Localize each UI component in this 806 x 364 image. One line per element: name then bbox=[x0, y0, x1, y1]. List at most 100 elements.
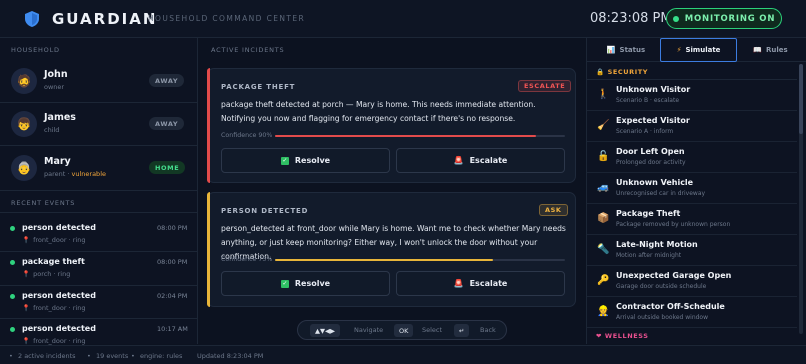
lock-icon: 🔒 bbox=[596, 68, 605, 76]
scenario-package-theft[interactable]: 📦 Package Theft Package removed by unkno… bbox=[587, 204, 797, 235]
wellness-group-label: ❤ WELLNESS bbox=[596, 332, 649, 340]
scenario-unknown-visitor[interactable]: 🚶 Unknown Visitor Scenario B · escalate bbox=[587, 80, 797, 111]
event-time: 02:04 PM bbox=[157, 292, 188, 300]
monitoring-label: MONITORING ON bbox=[684, 13, 776, 24]
scenario-late-night-motion[interactable]: 🔦 Late-Night Motion Motion after midnigh… bbox=[587, 235, 797, 266]
status-badge: HOME bbox=[149, 161, 186, 174]
severity-stripe bbox=[207, 192, 210, 307]
scenario-expected-visitor[interactable]: 🧹 Expected Visitor Scenario A · inform bbox=[587, 111, 797, 142]
unlock-icon: 🔓 bbox=[597, 151, 610, 162]
member-name: James bbox=[44, 112, 76, 123]
divider bbox=[0, 145, 198, 146]
siren-icon: 🚨 bbox=[453, 279, 464, 288]
confidence-bar bbox=[275, 259, 565, 261]
scenario-title: Late-Night Motion bbox=[616, 240, 698, 249]
child-icon: 👦 bbox=[11, 111, 37, 137]
event-item[interactable]: package theft 08:00 PM 📍 porch · ring bbox=[0, 252, 198, 285]
clock: 08:23:08 PM bbox=[590, 11, 672, 26]
incidents-panel: ACTIVE INCIDENTS PACKAGE THEFT ESCALATE … bbox=[199, 38, 586, 344]
scenario-subtitle: Prolonged door activity bbox=[616, 159, 686, 166]
escalate-button[interactable]: 🚨 Escalate bbox=[396, 148, 565, 173]
confidence-fill bbox=[275, 135, 536, 137]
heart-icon: ❤ bbox=[596, 332, 603, 340]
scenario-door-left-open[interactable]: 🔓 Door Left Open Prolonged door activity bbox=[587, 142, 797, 173]
event-title: person detected bbox=[22, 291, 96, 300]
scenario-title: Unexpected Garage Open bbox=[616, 271, 732, 280]
status-dot-icon bbox=[672, 15, 679, 22]
ok-key: OK bbox=[394, 324, 414, 337]
pin-icon: 📍 bbox=[22, 304, 31, 312]
scenario-title: Expected Visitor bbox=[616, 116, 690, 125]
navigate-hint: Navigate bbox=[354, 326, 384, 334]
confidence-label: Confidence 75% bbox=[221, 256, 273, 263]
event-title: package theft bbox=[22, 257, 85, 266]
member-mary[interactable]: 👵 Mary parent · vulnerable HOME bbox=[0, 151, 198, 189]
simulate-panel: 📊 Status ⚡ Simulate 📖 Rules 🔒 SECURITY 🚶 Un… bbox=[586, 38, 806, 344]
status-bar: • 2 active incidents • 19 events • engin… bbox=[0, 345, 806, 364]
app-title: GUARDIAN bbox=[52, 10, 158, 28]
monitoring-toggle[interactable]: MONITORING ON bbox=[666, 8, 782, 29]
chart-icon: 📊 bbox=[606, 46, 616, 54]
event-item[interactable]: person detected 08:00 PM 📍 front_door · r… bbox=[0, 218, 198, 251]
member-role: owner bbox=[44, 83, 65, 91]
scenario-unknown-vehicle[interactable]: 🚙 Unknown Vehicle Unrecognised car in dr… bbox=[587, 173, 797, 204]
back-hint: Back bbox=[480, 326, 496, 334]
scenario-title: Unknown Vehicle bbox=[616, 178, 694, 187]
scenario-title: Unknown Visitor bbox=[616, 85, 691, 94]
escalate-button[interactable]: 🚨 Escalate bbox=[396, 271, 565, 296]
severity-stripe bbox=[207, 68, 210, 183]
shield-icon bbox=[25, 11, 39, 27]
scenario-unexpected-garage-open[interactable]: 🔑 Unexpected Garage Open Garage door out… bbox=[587, 266, 797, 297]
escalate-tag: ESCALATE bbox=[518, 80, 572, 92]
header-bar: GUARDIAN HOUSEHOLD COMMAND CENTER 08:23:… bbox=[0, 0, 806, 38]
confidence-bar bbox=[275, 135, 565, 137]
event-dot-icon bbox=[10, 226, 15, 231]
divider bbox=[0, 102, 198, 103]
tab-rules[interactable]: 📖 Rules bbox=[738, 38, 803, 62]
select-hint: Select bbox=[422, 326, 443, 334]
pin-icon: 📍 bbox=[22, 270, 31, 278]
scenario-subtitle: Scenario B · escalate bbox=[616, 97, 680, 104]
member-name: John bbox=[44, 69, 68, 80]
ask-tag: ASK bbox=[539, 204, 568, 216]
man-icon: 🧔 bbox=[11, 68, 37, 94]
scenario-subtitle: Package removed by unknown person bbox=[616, 221, 731, 228]
tab-status[interactable]: 📊 Status bbox=[591, 38, 661, 62]
scrollbar-thumb[interactable] bbox=[799, 64, 803, 134]
event-title: person detected bbox=[22, 223, 96, 232]
engine-label: engine: rules bbox=[140, 352, 183, 360]
worker-icon: 👷 bbox=[597, 306, 610, 317]
scenario-title: Contractor Off-Schedule bbox=[616, 302, 725, 311]
book-icon: 📖 bbox=[753, 46, 763, 54]
event-time: 08:00 PM bbox=[157, 258, 188, 266]
member-john[interactable]: 🧔 John owner AWAY bbox=[0, 64, 198, 102]
incident-type: PACKAGE THEFT bbox=[221, 83, 296, 91]
active-incidents-heading: ACTIVE INCIDENTS bbox=[211, 46, 285, 54]
scenario-subtitle: Garage door outside schedule bbox=[616, 283, 707, 290]
scenario-subtitle: Arrival outside booked window bbox=[616, 314, 709, 321]
bullet-icon: • bbox=[87, 352, 91, 360]
incident-message: package theft detected at porch — Mary i… bbox=[221, 100, 536, 123]
resolve-button[interactable]: ✓ Resolve bbox=[221, 271, 390, 296]
flashlight-icon: 🔦 bbox=[597, 244, 610, 255]
car-icon: 🚙 bbox=[597, 182, 610, 193]
pin-icon: 📍 bbox=[22, 337, 31, 345]
app-subtitle: HOUSEHOLD COMMAND CENTER bbox=[148, 14, 306, 23]
tab-bar: 📊 Status ⚡ Simulate 📖 Rules bbox=[587, 38, 806, 62]
incident-type: PERSON DETECTED bbox=[221, 207, 309, 215]
member-role: parent · vulnerable bbox=[44, 170, 106, 178]
scenario-contractor-off-schedule[interactable]: 👷 Contractor Off-Schedule Arrival outsid… bbox=[587, 297, 797, 328]
bolt-icon: ⚡ bbox=[676, 46, 682, 54]
tab-simulate[interactable]: ⚡ Simulate bbox=[660, 38, 737, 62]
siren-icon: 🚨 bbox=[453, 156, 464, 165]
updated-time: Updated 8:23:04 PM bbox=[197, 352, 264, 360]
event-dot-icon bbox=[10, 327, 15, 332]
household-panel: HOUSEHOLD 🧔 John owner AWAY 👦 James chil… bbox=[0, 38, 198, 345]
member-james[interactable]: 👦 James child AWAY bbox=[0, 107, 198, 145]
event-item[interactable]: person detected 02:04 PM 📍 front_door · r… bbox=[0, 286, 198, 319]
confidence-fill bbox=[275, 259, 493, 261]
event-location: 📍 front_door · ring bbox=[22, 304, 86, 312]
scenario-title: Door Left Open bbox=[616, 147, 685, 156]
resolve-label: Resolve bbox=[294, 279, 331, 288]
resolve-button[interactable]: ✓ Resolve bbox=[221, 148, 390, 173]
